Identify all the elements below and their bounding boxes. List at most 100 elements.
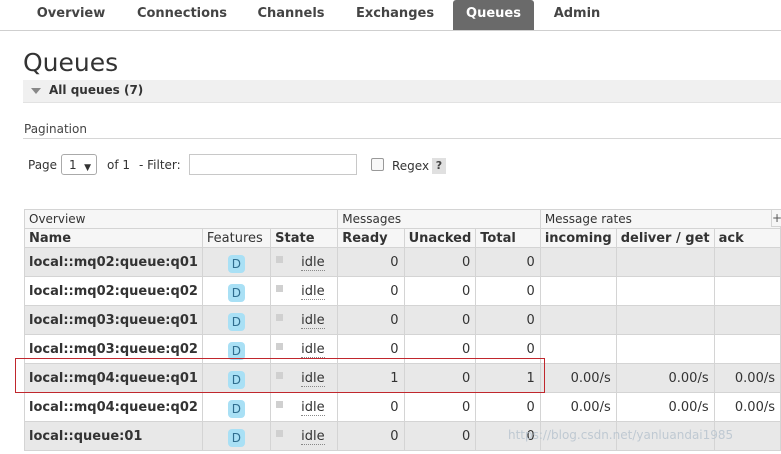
deliver-get-rate-cell: [615, 247, 715, 277]
table-row: local::mq03:queue:q01 Didle 0 0 0: [24, 305, 781, 335]
features-cell: D: [201, 334, 272, 364]
incoming-rate-cell: 0.00/s: [539, 363, 617, 393]
help-button[interactable]: ?: [432, 158, 446, 174]
queues-table: Overview Messages Message rates Name Fea…: [23, 209, 781, 451]
col-header-features: Features: [201, 228, 272, 248]
unacked-cell: 0: [403, 421, 477, 451]
queue-name-link[interactable]: local::mq04:queue:q02: [24, 392, 203, 422]
durable-badge: D: [227, 255, 245, 273]
state-text: idle: [301, 283, 325, 300]
state-text: idle: [301, 341, 325, 358]
nav-tab-overview[interactable]: Overview: [28, 0, 114, 28]
table-row: local::mq02:queue:q02 Didle 0 0 0: [24, 276, 781, 306]
state-square-icon: [276, 430, 284, 437]
page-select[interactable]: 1 ▼: [61, 154, 97, 175]
ack-rate-cell: [713, 247, 781, 277]
state-cell: idle: [270, 334, 339, 364]
unacked-cell: 0: [403, 363, 477, 393]
ready-cell: 0: [337, 421, 405, 451]
top-nav: Overview Connections Channels Exchanges …: [0, 0, 781, 31]
state-text: idle: [301, 370, 325, 387]
deliver-get-rate-cell: [615, 334, 715, 364]
group-header-message-rates: Message rates: [539, 209, 781, 229]
col-header-total[interactable]: Total: [475, 228, 541, 248]
deliver-get-rate-cell: [615, 305, 715, 335]
state-square-icon: [276, 285, 284, 292]
ack-rate-cell: 0.00/s: [713, 392, 781, 422]
queue-name-link[interactable]: local::mq02:queue:q02: [24, 276, 203, 306]
nav-tab-connections[interactable]: Connections: [130, 0, 234, 28]
queue-name-link[interactable]: local::mq04:queue:q01: [24, 363, 203, 393]
ready-cell: 0: [337, 276, 405, 306]
page-select-value: 1: [69, 158, 77, 172]
queue-name-link[interactable]: local::mq02:queue:q01: [24, 247, 203, 277]
features-cell: D: [201, 392, 272, 422]
total-cell: 0: [475, 247, 541, 277]
col-header-ack[interactable]: ack: [713, 228, 781, 248]
state-cell: idle: [270, 247, 339, 277]
regex-label: Regex: [392, 159, 430, 173]
section-label: All queues (7): [49, 83, 144, 97]
unacked-cell: 0: [403, 334, 477, 364]
ack-rate-cell: [713, 334, 781, 364]
state-square-icon: [276, 401, 284, 408]
state-cell: idle: [270, 305, 339, 335]
incoming-rate-cell: 0.00/s: [539, 392, 617, 422]
features-cell: D: [201, 276, 272, 306]
features-cell: D: [201, 305, 272, 335]
filter-input[interactable]: [189, 154, 357, 175]
features-cell: D: [201, 247, 272, 277]
page-count-label: of 1: [107, 158, 131, 172]
nav-tab-admin[interactable]: Admin: [548, 0, 606, 28]
col-header-ready[interactable]: Ready: [337, 228, 405, 248]
durable-badge: D: [227, 284, 245, 302]
incoming-rate-cell: [539, 247, 617, 277]
group-header-overview: Overview: [23, 209, 339, 229]
ready-cell: 1: [337, 363, 405, 393]
all-queues-section-toggle[interactable]: All queues (7): [23, 80, 781, 103]
incoming-rate-cell: [539, 305, 617, 335]
regex-checkbox[interactable]: [371, 158, 384, 171]
nav-tab-channels[interactable]: Channels: [250, 0, 332, 28]
durable-badge: D: [227, 429, 245, 447]
unacked-cell: 0: [403, 305, 477, 335]
col-header-incoming[interactable]: incoming: [539, 228, 617, 248]
table-row: local::mq03:queue:q02 Didle 0 0 0: [24, 334, 781, 364]
group-header-messages: Messages: [337, 209, 541, 229]
nav-tab-queues[interactable]: Queues: [453, 0, 534, 30]
state-square-icon: [276, 256, 284, 263]
deliver-get-rate-cell: [615, 276, 715, 306]
state-text: idle: [301, 312, 325, 329]
deliver-get-rate-cell: 0.00/s: [615, 392, 715, 422]
queue-name-link[interactable]: local::mq03:queue:q02: [24, 334, 203, 364]
ready-cell: 0: [337, 392, 405, 422]
pagination-heading: Pagination: [24, 122, 87, 136]
columns-toggle-button[interactable]: +: [771, 209, 781, 227]
total-cell: 0: [475, 334, 541, 364]
col-header-name[interactable]: Name: [24, 228, 203, 248]
queue-name-link[interactable]: local::mq03:queue:q01: [24, 305, 203, 335]
durable-badge: D: [227, 371, 245, 389]
durable-badge: D: [227, 342, 245, 360]
ack-rate-cell: 0.00/s: [713, 363, 781, 393]
total-cell: 1: [475, 363, 541, 393]
col-header-deliver-get[interactable]: deliver / get: [615, 228, 715, 248]
nav-tab-exchanges[interactable]: Exchanges: [348, 0, 442, 28]
state-cell: idle: [270, 363, 339, 393]
unacked-cell: 0: [403, 392, 477, 422]
table-row: local::mq04:queue:q01 Didle 1 0 1 0.00/s 0.00/…: [24, 363, 781, 393]
ack-rate-cell: [713, 276, 781, 306]
col-header-state[interactable]: State: [270, 228, 339, 248]
collapse-triangle-icon: [31, 88, 41, 94]
col-header-unacked[interactable]: Unacked: [403, 228, 477, 248]
ready-cell: 0: [337, 305, 405, 335]
features-cell: D: [201, 421, 272, 451]
queues-table-body: local::mq02:queue:q01 Didle 0 0 0 local::mq02…: [24, 247, 781, 451]
state-text: idle: [301, 254, 325, 271]
queue-name-link[interactable]: local::queue:01: [24, 421, 203, 451]
total-cell: 0: [475, 276, 541, 306]
pagination-divider: [23, 138, 781, 139]
ready-cell: 0: [337, 247, 405, 277]
durable-badge: D: [227, 313, 245, 331]
state-text: idle: [301, 428, 325, 445]
